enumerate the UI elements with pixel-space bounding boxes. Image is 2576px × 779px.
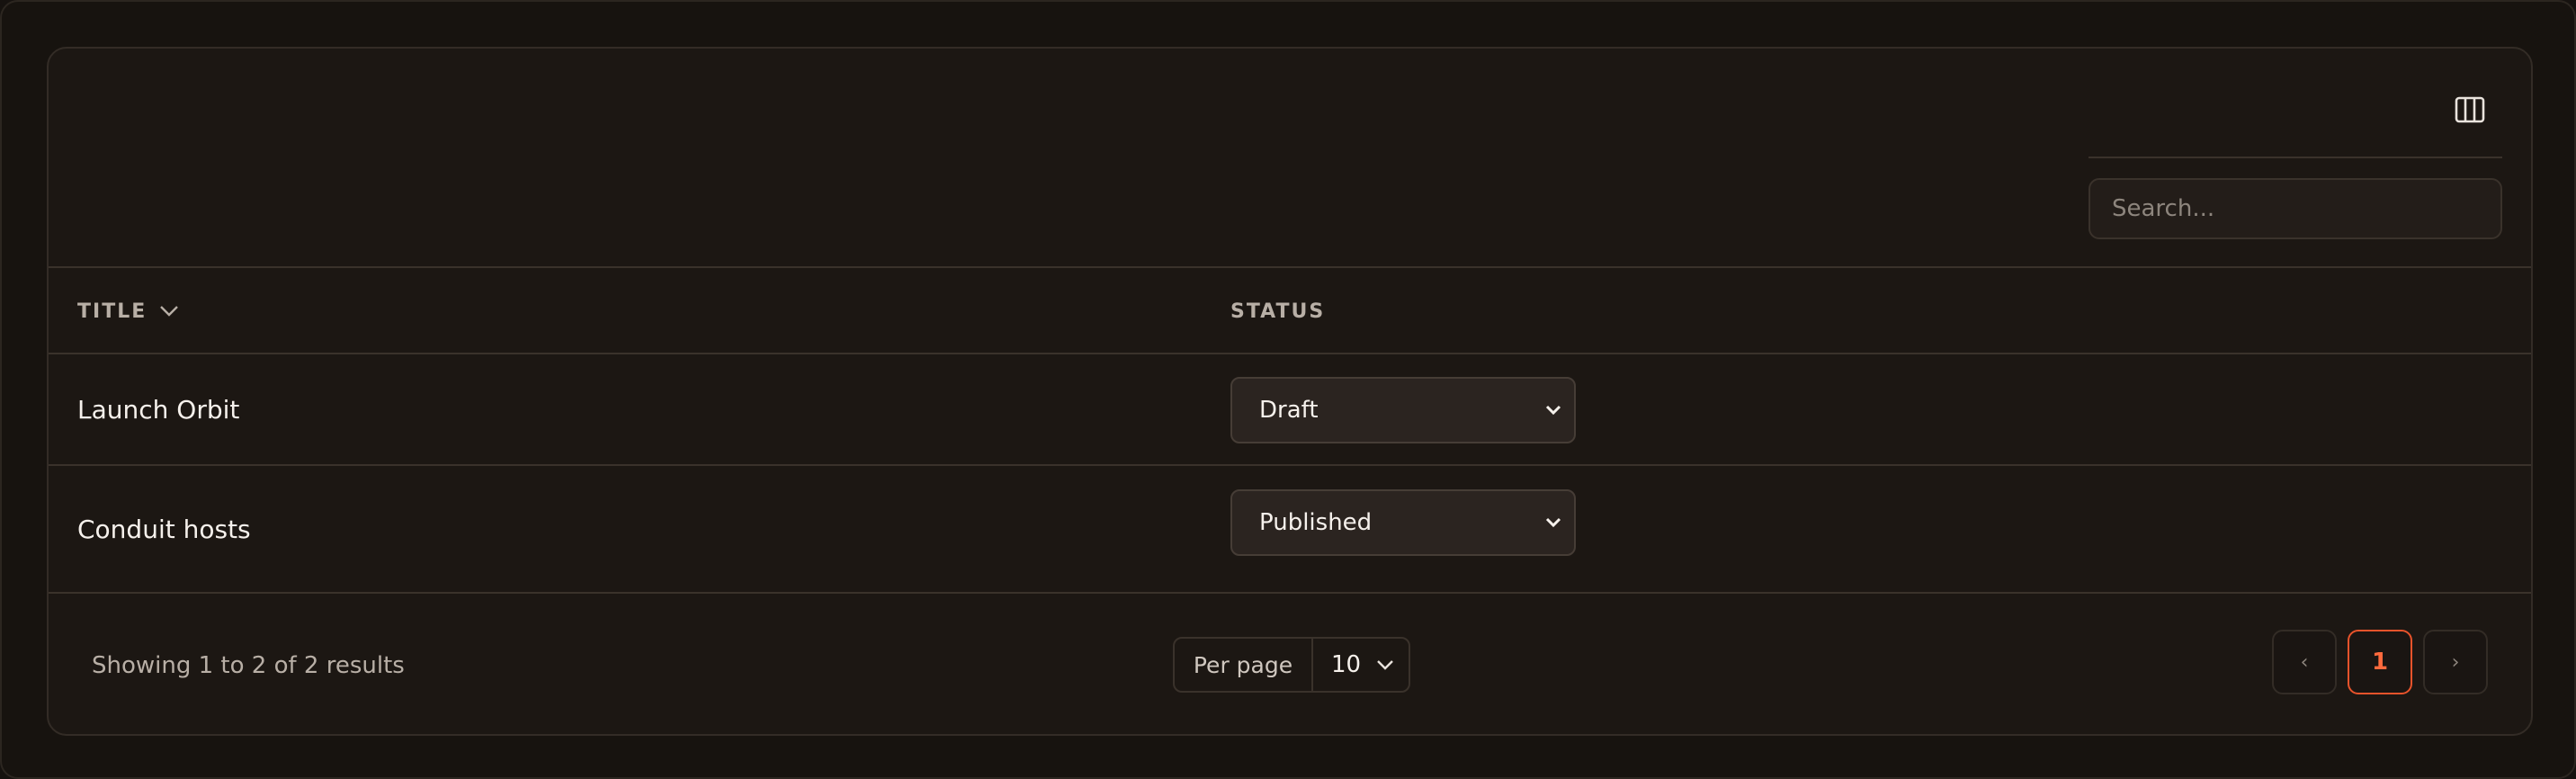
column-header-title[interactable]: TITLE xyxy=(77,268,179,354)
per-page-select[interactable]: 10 xyxy=(1313,639,1409,691)
table-row: Conduit hosts Published xyxy=(49,466,2531,594)
per-page-value: 10 xyxy=(1331,651,1362,678)
chevron-down-icon xyxy=(1376,659,1394,670)
pagination: ‹ 1 › xyxy=(2272,630,2488,694)
page-button-current[interactable]: 1 xyxy=(2348,630,2412,694)
results-summary: Showing 1 to 2 of 2 results xyxy=(92,652,405,679)
next-page-button[interactable]: › xyxy=(2423,630,2488,694)
status-select-value: Published xyxy=(1259,509,1373,536)
chevron-down-icon xyxy=(1545,405,1561,416)
table-footer: Showing 1 to 2 of 2 results Per page 10 … xyxy=(49,594,2531,734)
status-select-value: Draft xyxy=(1259,397,1319,424)
column-header-status: STATUS xyxy=(1230,268,1325,354)
data-table: TITLE STATUS Launch Orbit Draft Conduit … xyxy=(49,266,2531,594)
status-select[interactable]: Published xyxy=(1230,489,1576,556)
per-page-control: Per page 10 xyxy=(1173,637,1410,693)
previous-page-button[interactable]: ‹ xyxy=(2272,630,2337,694)
column-header-status-label: STATUS xyxy=(1230,300,1326,323)
chevron-down-icon xyxy=(1545,517,1561,528)
table-panel: TITLE STATUS Launch Orbit Draft xyxy=(47,47,2533,736)
table-header: TITLE STATUS xyxy=(49,266,2531,354)
sort-chevron-down-icon xyxy=(159,305,179,318)
toolbar-divider xyxy=(2089,157,2502,158)
app-frame: TITLE STATUS Launch Orbit Draft xyxy=(0,0,2576,779)
table-toolbar xyxy=(49,49,2531,266)
per-page-label: Per page xyxy=(1175,639,1313,691)
column-toggle-button[interactable] xyxy=(2452,92,2488,128)
row-title: Launch Orbit xyxy=(77,394,240,425)
table-row: Launch Orbit Draft xyxy=(49,354,2531,466)
column-header-title-label: TITLE xyxy=(77,300,148,323)
columns-icon xyxy=(2455,96,2485,123)
status-select[interactable]: Draft xyxy=(1230,377,1576,443)
search-input[interactable] xyxy=(2089,178,2502,239)
row-title: Conduit hosts xyxy=(77,514,251,544)
